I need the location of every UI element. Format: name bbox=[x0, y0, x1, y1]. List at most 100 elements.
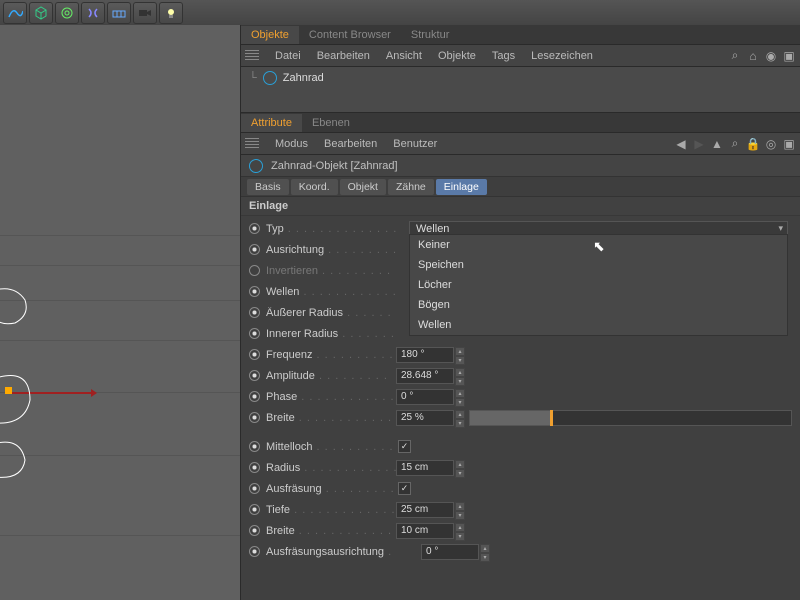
nav-back-icon[interactable]: ◀ bbox=[674, 137, 688, 151]
prop-label: Breite bbox=[266, 525, 295, 537]
spinner[interactable]: ▴▾ bbox=[455, 389, 465, 405]
typ-dropdown-list: Keiner Speichen Löcher Bögen Wellen bbox=[409, 234, 788, 336]
anim-toggle[interactable] bbox=[249, 504, 260, 515]
maximize-icon[interactable]: ▣ bbox=[782, 49, 796, 63]
subtab-einlage[interactable]: Einlage bbox=[436, 179, 487, 195]
anim-toggle[interactable] bbox=[249, 223, 260, 234]
object-header: Zahnrad-Objekt [Zahnrad] bbox=[241, 155, 800, 177]
home-icon[interactable]: ⌂ bbox=[746, 49, 760, 63]
mittelloch-checkbox[interactable]: ✓ bbox=[398, 440, 411, 453]
hamburger-icon[interactable] bbox=[245, 138, 259, 150]
menu-benutzer[interactable]: Benutzer bbox=[385, 138, 445, 150]
anim-toggle[interactable] bbox=[249, 391, 260, 402]
tool-camera-icon[interactable] bbox=[133, 2, 157, 24]
menu-datei[interactable]: Datei bbox=[267, 50, 309, 62]
anim-toggle[interactable] bbox=[249, 265, 260, 276]
maximize-icon[interactable]: ▣ bbox=[782, 137, 796, 151]
prop-label: Innerer Radius bbox=[266, 328, 338, 340]
object-tree[interactable]: └ Zahnrad ✓ bbox=[241, 67, 800, 113]
amplitude-input[interactable] bbox=[396, 368, 454, 384]
tab-content-browser[interactable]: Content Browser bbox=[299, 26, 401, 44]
tool-spline-icon[interactable] bbox=[3, 2, 27, 24]
menu-modus[interactable]: Modus bbox=[267, 138, 316, 150]
search-icon[interactable]: ⌕ bbox=[728, 137, 742, 151]
anim-toggle[interactable] bbox=[249, 546, 260, 557]
attr-menu: Modus Bearbeiten Benutzer ◀ ▶ ▲ ⌕ 🔒 ◎ ▣ bbox=[241, 133, 800, 155]
menu-bearbeiten[interactable]: Bearbeiten bbox=[309, 50, 378, 62]
prop-label: Wellen bbox=[266, 286, 299, 298]
menu-tags[interactable]: Tags bbox=[484, 50, 523, 62]
tool-deformer-icon[interactable] bbox=[81, 2, 105, 24]
anim-toggle[interactable] bbox=[249, 328, 260, 339]
anim-toggle[interactable] bbox=[249, 286, 260, 297]
ausfr-ausr-input[interactable] bbox=[421, 544, 479, 560]
spinner[interactable]: ▴▾ bbox=[455, 410, 465, 426]
anim-toggle[interactable] bbox=[249, 412, 260, 423]
spinner[interactable]: ▴▾ bbox=[455, 368, 465, 384]
anim-toggle[interactable] bbox=[249, 441, 260, 452]
tab-struktur[interactable]: Struktur bbox=[401, 26, 460, 44]
breite2-input[interactable] bbox=[396, 523, 454, 539]
spinner[interactable]: ▴▾ bbox=[480, 544, 490, 560]
subtab-koord[interactable]: Koord. bbox=[291, 179, 338, 195]
cogwheel-object-icon bbox=[263, 71, 277, 85]
prop-label: Ausfräsung bbox=[266, 483, 322, 495]
prop-label: Amplitude bbox=[266, 370, 315, 382]
tab-attribute[interactable]: Attribute bbox=[241, 114, 302, 132]
menu-bearbeiten2[interactable]: Bearbeiten bbox=[316, 138, 385, 150]
anim-toggle[interactable] bbox=[249, 307, 260, 318]
main-toolbar bbox=[0, 0, 800, 25]
object-title: Zahnrad-Objekt [Zahnrad] bbox=[271, 160, 398, 172]
search-icon[interactable]: ⌕ bbox=[728, 49, 742, 63]
prop-label: Ausrichtung bbox=[266, 244, 324, 256]
dd-keiner[interactable]: Keiner bbox=[410, 235, 787, 255]
prop-label: Frequenz bbox=[266, 349, 312, 361]
phase-input[interactable] bbox=[396, 389, 454, 405]
anim-toggle[interactable] bbox=[249, 462, 260, 473]
anim-toggle[interactable] bbox=[249, 244, 260, 255]
spinner[interactable]: ▴▾ bbox=[455, 502, 465, 518]
subtab-zaehne[interactable]: Zähne bbox=[388, 179, 434, 195]
eye-icon[interactable]: ◉ bbox=[764, 49, 778, 63]
anim-toggle[interactable] bbox=[249, 483, 260, 494]
spinner[interactable]: ▴▾ bbox=[455, 523, 465, 539]
frequenz-input[interactable] bbox=[396, 347, 454, 363]
anim-toggle[interactable] bbox=[249, 370, 260, 381]
dd-wellen[interactable]: Wellen bbox=[410, 315, 787, 335]
lock-icon[interactable]: 🔒 bbox=[746, 137, 760, 151]
dd-boegen[interactable]: Bögen bbox=[410, 295, 787, 315]
anim-toggle[interactable] bbox=[249, 525, 260, 536]
tool-generator-icon[interactable] bbox=[55, 2, 79, 24]
spinner[interactable]: ▴▾ bbox=[455, 347, 465, 363]
tab-objekte[interactable]: Objekte bbox=[241, 26, 299, 44]
viewport-3d[interactable] bbox=[0, 25, 241, 600]
tree-item-zahnrad[interactable]: └ Zahnrad ✓ bbox=[249, 71, 792, 85]
prop-label: Breite bbox=[266, 412, 295, 424]
breite-slider[interactable] bbox=[469, 410, 792, 426]
tab-ebenen[interactable]: Ebenen bbox=[302, 114, 360, 132]
menu-lesezeichen[interactable]: Lesezeichen bbox=[523, 50, 601, 62]
cogwheel-object-icon bbox=[249, 159, 263, 173]
tool-cube-icon[interactable] bbox=[29, 2, 53, 24]
hamburger-icon[interactable] bbox=[245, 50, 259, 62]
nav-fwd-icon[interactable]: ▶ bbox=[692, 137, 706, 151]
breite-input[interactable] bbox=[396, 410, 454, 426]
nav-up-icon[interactable]: ▲ bbox=[710, 137, 724, 151]
subtab-basis[interactable]: Basis bbox=[247, 179, 289, 195]
subtab-objekt[interactable]: Objekt bbox=[340, 179, 386, 195]
anim-toggle[interactable] bbox=[249, 349, 260, 360]
ausfraesung-checkbox[interactable]: ✓ bbox=[398, 482, 411, 495]
dd-speichen[interactable]: Speichen bbox=[410, 255, 787, 275]
target-icon[interactable]: ◎ bbox=[764, 137, 778, 151]
radius-input[interactable] bbox=[396, 460, 454, 476]
attr-tab-row: Attribute Ebenen bbox=[241, 113, 800, 133]
tool-light-icon[interactable] bbox=[159, 2, 183, 24]
tiefe-input[interactable] bbox=[396, 502, 454, 518]
prop-label: Ausfräsungsausrichtung bbox=[266, 546, 384, 558]
spinner[interactable]: ▴▾ bbox=[455, 460, 465, 476]
prop-typ: Typ . . . . . . . . . . . . . . . Wellen… bbox=[249, 218, 792, 239]
dd-loecher[interactable]: Löcher bbox=[410, 275, 787, 295]
menu-objekte[interactable]: Objekte bbox=[430, 50, 484, 62]
menu-ansicht[interactable]: Ansicht bbox=[378, 50, 430, 62]
tool-floor-icon[interactable] bbox=[107, 2, 131, 24]
